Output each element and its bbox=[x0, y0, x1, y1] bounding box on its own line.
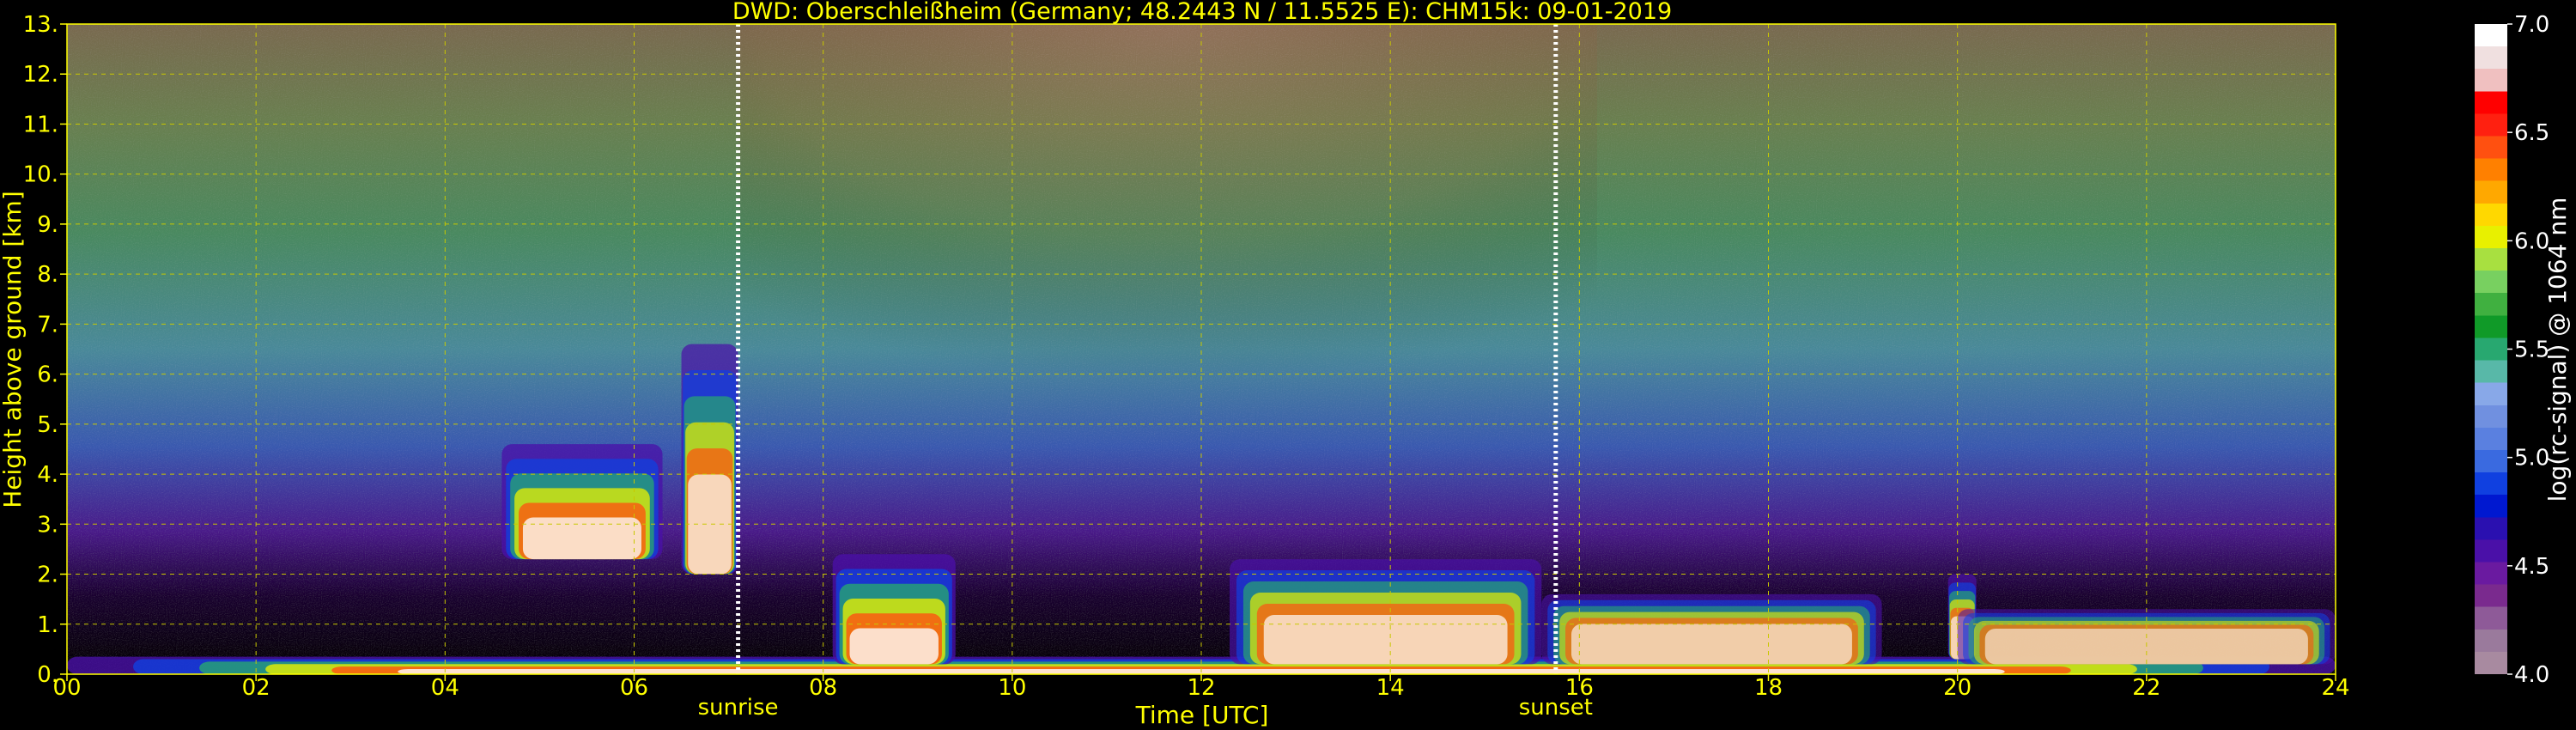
signal-layer bbox=[849, 628, 939, 665]
y-axis-ticks: 0.1.2.3.4.5.6.7.8.9.10.11.12.13. bbox=[23, 12, 67, 688]
colorbar: 4.04.55.05.56.06.57.0 log(rc-signal) @ 1… bbox=[2475, 12, 2572, 688]
y-axis-title: Height above ground [km] bbox=[0, 191, 27, 508]
y-tick-label: 12. bbox=[23, 62, 58, 88]
y-tick-label: 9. bbox=[37, 212, 58, 238]
y-tick-label: 13. bbox=[23, 12, 58, 38]
signal-layer bbox=[522, 517, 641, 560]
signal-feature bbox=[1541, 593, 1882, 665]
colorbar-tick-label: 4.0 bbox=[2514, 662, 2549, 688]
signal-layer bbox=[1571, 624, 1852, 665]
signal-feature bbox=[1230, 559, 1542, 665]
x-tick-label: 20 bbox=[1943, 675, 1971, 701]
y-tick-label: 3. bbox=[37, 512, 58, 538]
y-tick-label: 2. bbox=[37, 563, 58, 588]
x-tick-label: 22 bbox=[2132, 675, 2160, 701]
x-tick-label: 24 bbox=[2321, 675, 2349, 701]
x-tick-label: 04 bbox=[431, 675, 459, 701]
y-tick-label: 8. bbox=[37, 262, 58, 288]
colorbar-title: log(rc-signal) @ 1064 nm bbox=[2543, 198, 2572, 502]
signal-feature bbox=[832, 554, 956, 665]
x-tick-label: 00 bbox=[52, 675, 81, 701]
x-axis-ticks: 00 02 04 06 08 10 12 14 16 18 20 22 24 bbox=[52, 674, 2350, 701]
colorbar-scale bbox=[2475, 24, 2507, 674]
x-tick-label: 12 bbox=[1187, 675, 1215, 701]
y-tick-label: 7. bbox=[37, 312, 58, 338]
x-tick-label: 16 bbox=[1565, 675, 1594, 701]
plot-area: sunrise sunset bbox=[66, 23, 2336, 721]
y-tick-label: 6. bbox=[37, 362, 58, 388]
colorbar-tick-label: 7.0 bbox=[2514, 12, 2549, 38]
x-tick-label: 08 bbox=[809, 675, 837, 701]
signal-feature bbox=[501, 444, 663, 560]
sunrise-label: sunrise bbox=[698, 695, 779, 721]
signal-feature bbox=[681, 344, 738, 575]
x-tick-label: 14 bbox=[1376, 675, 1405, 701]
colorbar-tick-label: 6.5 bbox=[2514, 120, 2549, 146]
x-axis-title: Time [UTC] bbox=[1135, 701, 1269, 729]
y-tick-label: 1. bbox=[37, 612, 58, 638]
x-tick-label: 18 bbox=[1754, 675, 1783, 701]
ceilometer-chart: sunrise sunset 0.1.2.3.4.5.6.7.8.9.10.11.… bbox=[0, 0, 2572, 729]
colorbar-tick-label: 4.5 bbox=[2514, 554, 2549, 580]
y-tick-label: 10. bbox=[23, 162, 58, 188]
x-tick-label: 02 bbox=[242, 675, 270, 701]
y-tick-label: 11. bbox=[23, 112, 58, 137]
x-tick-label: 06 bbox=[620, 675, 648, 701]
signal-layer bbox=[1263, 615, 1508, 665]
x-tick-label: 10 bbox=[998, 675, 1026, 701]
chart-title: DWD: Oberschleißheim (Germany; 48.2443 N… bbox=[732, 0, 1672, 25]
y-tick-label: 4. bbox=[37, 462, 58, 488]
y-tick-label: 5. bbox=[37, 412, 58, 438]
